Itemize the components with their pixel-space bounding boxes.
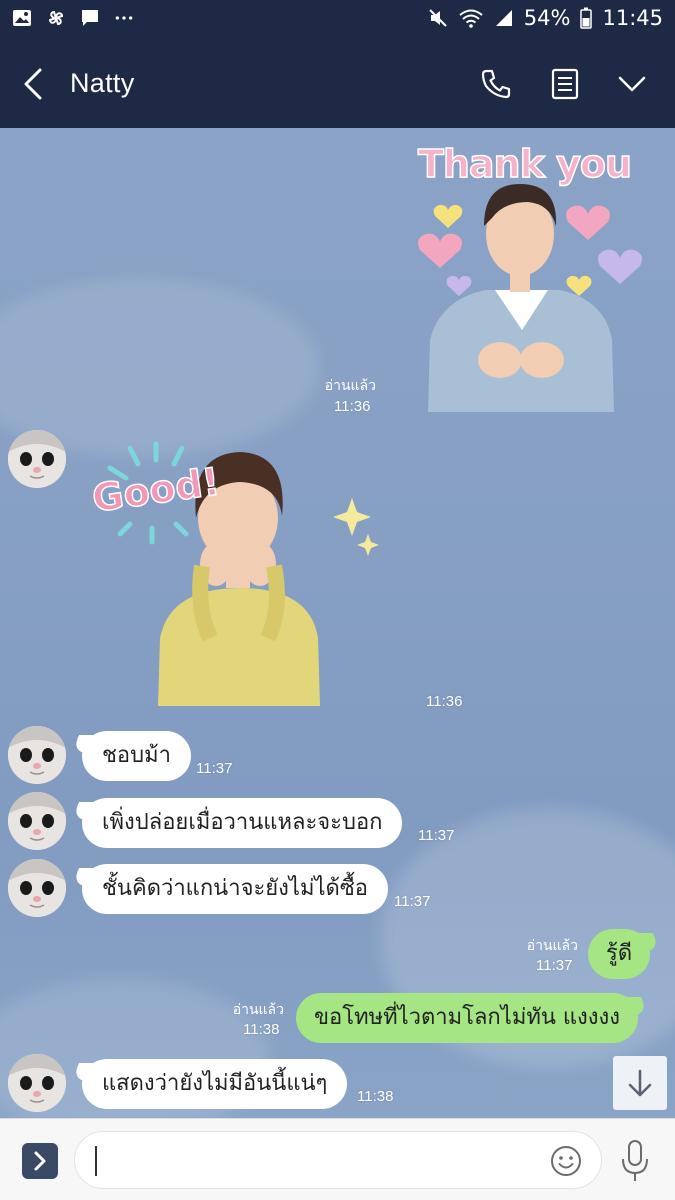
back-button[interactable] [18,64,52,104]
back-arrow-icon [24,68,42,100]
more-dots-icon [115,16,133,20]
chat-title[interactable]: Natty [70,68,135,99]
gallery-icon [13,10,31,26]
microphone-icon [622,1140,648,1181]
sticker-good[interactable]: Good! [89,438,390,706]
message-time: 11:38 [357,1088,394,1105]
message-time: 11:37 [394,893,431,910]
sticker-caption: Thank you [417,141,633,187]
chat-header: Natty [0,40,675,128]
chevron-down-icon [618,76,646,92]
expand-menu-button[interactable] [22,1143,58,1179]
contact-avatar[interactable] [8,792,66,850]
message-bubble-incoming[interactable]: ชอบม้า [82,731,191,781]
phone-icon [481,69,511,99]
contact-avatar[interactable] [8,726,66,784]
message-time: 11:37 [536,957,573,974]
message-icon [82,10,98,26]
message-time: 11:36 [426,693,463,710]
contact-avatar[interactable] [8,859,66,917]
message-bubble-outgoing[interactable]: ขอโทษที่ไวตามโลกไม่ทัน แงงงง [296,993,639,1043]
battery-icon [580,7,593,29]
text-caret [95,1146,97,1176]
emoji-button[interactable] [549,1144,583,1178]
status-left-icons [12,8,134,28]
input-bar [0,1118,675,1200]
status-time: 11:45 [602,6,663,30]
read-receipt: อ่านแล้ว [232,1002,284,1018]
call-button[interactable] [476,64,516,104]
cat-avatar-image [8,726,66,784]
message-bubble-incoming[interactable]: แสดงว่ายังไม่มีอันนี้แน่ๆ [82,1059,348,1109]
cat-avatar-image [8,1054,66,1112]
read-receipt: อ่านแล้ว [526,938,578,954]
cat-avatar-image [8,859,66,917]
wifi-icon [459,9,483,28]
notes-button[interactable] [545,64,585,104]
message-bubble-incoming[interactable]: ชั้นคิดว่าแกน่าจะยังไม่ได้ซื้อ [82,864,388,914]
message-time: 11:36 [334,398,371,415]
message-bubble-incoming[interactable]: เพิ่งปล่อยเมื่อวานแหละจะบอก [82,798,403,848]
contact-avatar[interactable] [8,430,66,488]
contact-avatar[interactable] [8,1054,66,1112]
voice-message-button[interactable] [618,1139,652,1183]
chevron-right-icon [34,1151,46,1171]
cat-avatar-image [8,430,66,488]
read-receipt: อ่านแล้ว [324,378,376,394]
message-time: 11:37 [418,827,455,844]
smiley-icon [551,1146,581,1176]
notes-icon [551,68,579,100]
status-bar: 54% 11:45 [0,0,675,40]
cat-avatar-image [8,792,66,850]
message-bubble-outgoing[interactable]: รู้ดี [588,929,651,979]
sticker-thank-you[interactable]: Thank you [400,140,645,412]
message-time: 11:37 [196,760,233,777]
signal-icon [495,10,512,26]
status-right-icons: 54% 11:45 [428,6,663,30]
menu-dropdown-button[interactable] [612,64,652,104]
battery-percent: 54% [523,6,571,30]
arrow-down-icon [628,1069,652,1097]
mute-icon [429,9,447,27]
message-time: 11:38 [243,1021,280,1038]
scroll-to-bottom-button[interactable] [613,1056,667,1110]
message-input[interactable] [74,1131,602,1189]
pinwheel-icon [48,10,64,26]
